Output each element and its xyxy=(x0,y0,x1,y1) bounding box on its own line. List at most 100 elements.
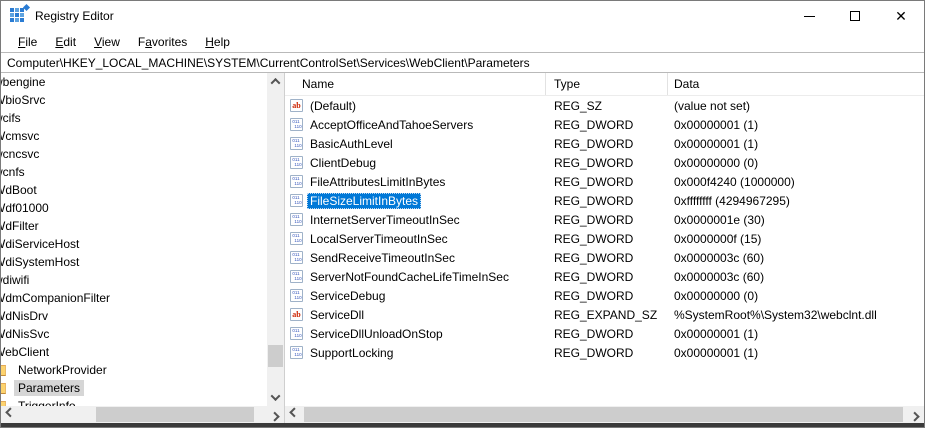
registry-value-row[interactable]: 011110AcceptOfficeAndTahoeServersREG_DWO… xyxy=(285,115,924,134)
registry-value-row[interactable]: abServiceDllREG_EXPAND_SZ%SystemRoot%\Sy… xyxy=(285,305,924,324)
registry-value-row[interactable]: 011110ClientDebugREG_DWORD0x00000000 (0) xyxy=(285,153,924,172)
list-scroll-right-button[interactable] xyxy=(907,406,924,423)
tree-item-WdNisSvc[interactable]: WdNisSvc xyxy=(1,325,267,343)
tree-item-Wdf01000[interactable]: Wdf01000 xyxy=(1,199,267,217)
menu-bar: FileEditViewFavoritesHelp xyxy=(1,31,924,52)
tree-item-WdiSystemHost[interactable]: WdiSystemHost xyxy=(1,253,267,271)
dword-value-icon: 011110 xyxy=(290,346,303,359)
value-name: FileSizeLimitInBytes xyxy=(307,193,421,209)
chevron-right-icon xyxy=(270,412,280,422)
tree-scroll-down-button[interactable] xyxy=(267,389,284,406)
value-name: ServerNotFoundCacheLifeTimeInSec xyxy=(307,269,512,285)
list-rows: ab(Default)REG_SZ(value not set)011110Ac… xyxy=(285,96,924,406)
tree-horizontal-scrollbar[interactable] xyxy=(1,406,284,423)
tree-item-wdiwifi[interactable]: wdiwifi xyxy=(1,271,267,289)
list-horizontal-scroll-thumb[interactable] xyxy=(304,407,903,422)
tree-item-TriggerInfo[interactable]: TriggerInfo xyxy=(1,397,267,406)
dword-value-icon: 011110 xyxy=(290,194,303,207)
tree-item-Parameters[interactable]: Parameters xyxy=(1,379,267,397)
folder-icon xyxy=(1,365,6,376)
tree-item-label: Wdf01000 xyxy=(1,200,52,216)
list-horizontal-scrollbar[interactable] xyxy=(285,406,924,423)
registry-value-row[interactable]: 011110SupportLockingREG_DWORD0x00000001 … xyxy=(285,343,924,362)
values-panel: Name Type Data ab(Default)REG_SZ(value n… xyxy=(285,73,924,423)
address-bar[interactable]: Computer\HKEY_LOCAL_MACHINE\SYSTEM\Curre… xyxy=(1,52,924,73)
minimize-button[interactable] xyxy=(786,1,832,31)
value-name: BasicAuthLevel xyxy=(307,136,396,152)
registry-value-row[interactable]: 011110FileAttributesLimitInBytesREG_DWOR… xyxy=(285,172,924,191)
registry-value-row[interactable]: 011110ServerNotFoundCacheLifeTimeInSecRE… xyxy=(285,267,924,286)
dword-value-icon: 011110 xyxy=(290,118,303,131)
value-name-cell: 011110ServiceDllUnloadOnStop xyxy=(285,326,546,342)
tree-item-WdNisDrv[interactable]: WdNisDrv xyxy=(1,307,267,325)
chevron-right-icon xyxy=(910,412,920,422)
tree-item-WdFilter[interactable]: WdFilter xyxy=(1,217,267,235)
maximize-button[interactable] xyxy=(832,1,878,31)
tree-vertical-scrollbar[interactable] xyxy=(267,73,284,406)
list-scroll-left-button[interactable] xyxy=(285,406,302,423)
registry-value-row[interactable]: ab(Default)REG_SZ(value not set) xyxy=(285,96,924,115)
registry-editor-window: Registry Editor ✕ FileEditViewFavoritesH… xyxy=(0,0,925,428)
value-data-cell: %SystemRoot%\System32\webclnt.dll xyxy=(668,308,924,322)
value-name-cell: 011110ServerNotFoundCacheLifeTimeInSec xyxy=(285,269,546,285)
registry-value-row[interactable]: 011110ServiceDebugREG_DWORD0x00000000 (0… xyxy=(285,286,924,305)
maximize-icon xyxy=(850,11,860,21)
tree-item-WbioSrvc[interactable]: WbioSrvc xyxy=(1,91,267,109)
value-name: (Default) xyxy=(307,98,359,114)
tree-scroll-left-button[interactable] xyxy=(1,406,18,423)
tree-item-wcnfs[interactable]: wcnfs xyxy=(1,163,267,181)
menu-item-edit[interactable]: Edit xyxy=(46,33,85,51)
registry-value-row[interactable]: 011110SendReceiveTimeoutInSecREG_DWORD0x… xyxy=(285,248,924,267)
value-name-cell: 011110BasicAuthLevel xyxy=(285,136,546,152)
tree-item-wcifs[interactable]: wcifs xyxy=(1,109,267,127)
close-button[interactable]: ✕ xyxy=(878,1,924,31)
tree-item-WebClient[interactable]: WebClient xyxy=(1,343,267,361)
tree-item-label: wcncsvc xyxy=(1,146,42,162)
string-value-icon: ab xyxy=(290,308,303,321)
menu-item-view[interactable]: View xyxy=(85,33,129,51)
menu-item-help[interactable]: Help xyxy=(196,33,239,51)
address-path: Computer\HKEY_LOCAL_MACHINE\SYSTEM\Curre… xyxy=(7,56,530,70)
tree-item-WdiServiceHost[interactable]: WdiServiceHost xyxy=(1,235,267,253)
value-data-cell: 0x00000000 (0) xyxy=(668,156,924,170)
tree-scroll-up-button[interactable] xyxy=(267,73,284,90)
value-data-cell: 0x00000001 (1) xyxy=(668,346,924,360)
dword-value-icon: 011110 xyxy=(290,175,303,188)
value-name: SendReceiveTimeoutInSec xyxy=(307,250,458,266)
dword-value-icon: 011110 xyxy=(290,289,303,302)
value-data-cell: 0x00000001 (1) xyxy=(668,327,924,341)
value-type-cell: REG_DWORD xyxy=(546,137,668,151)
tree-item-wcncsvc[interactable]: wcncsvc xyxy=(1,145,267,163)
tree-item-wbengine[interactable]: wbengine xyxy=(1,73,267,91)
menu-label-post: ile xyxy=(25,35,37,49)
registry-value-row[interactable]: 011110InternetServerTimeoutInSecREG_DWOR… xyxy=(285,210,924,229)
tree-scroll-right-button[interactable] xyxy=(267,406,284,423)
column-header-type[interactable]: Type xyxy=(546,73,668,95)
tree-item-WdmCompanionFilter[interactable]: WdmCompanionFilter xyxy=(1,289,267,307)
column-headers: Name Type Data xyxy=(285,73,924,96)
registry-value-row[interactable]: 011110BasicAuthLevelREG_DWORD0x00000001 … xyxy=(285,134,924,153)
tree-item-WdBoot[interactable]: WdBoot xyxy=(1,181,267,199)
registry-value-row[interactable]: 011110LocalServerTimeoutInSecREG_DWORD0x… xyxy=(285,229,924,248)
tree-item-label: wcifs xyxy=(1,110,24,126)
menu-item-favorites[interactable]: Favorites xyxy=(129,33,196,51)
registry-editor-app-icon xyxy=(10,8,26,24)
column-header-name[interactable]: Name xyxy=(285,73,546,95)
tree-item-Wcmsvc[interactable]: Wcmsvc xyxy=(1,127,267,145)
tree-vertical-scroll-thumb[interactable] xyxy=(268,345,283,367)
column-header-data[interactable]: Data xyxy=(668,73,924,95)
dword-value-icon: 011110 xyxy=(290,251,303,264)
tree-item-label: TriggerInfo xyxy=(14,398,80,406)
value-type-cell: REG_DWORD xyxy=(546,251,668,265)
registry-value-row[interactable]: 011110FileSizeLimitInBytesREG_DWORD0xfff… xyxy=(285,191,924,210)
value-type-cell: REG_DWORD xyxy=(546,346,668,360)
menu-item-file[interactable]: File xyxy=(9,33,46,51)
tree-item-NetworkProvider[interactable]: NetworkProvider xyxy=(1,361,267,379)
tree-item-label: wdiwifi xyxy=(1,272,32,288)
value-type-cell: REG_DWORD xyxy=(546,289,668,303)
menu-label-post: dit xyxy=(63,35,76,49)
tree-horizontal-scroll-thumb[interactable] xyxy=(96,407,254,422)
tree-item-label: WdNisSvc xyxy=(1,326,52,342)
window-title: Registry Editor xyxy=(35,9,114,23)
registry-value-row[interactable]: 011110ServiceDllUnloadOnStopREG_DWORD0x0… xyxy=(285,324,924,343)
